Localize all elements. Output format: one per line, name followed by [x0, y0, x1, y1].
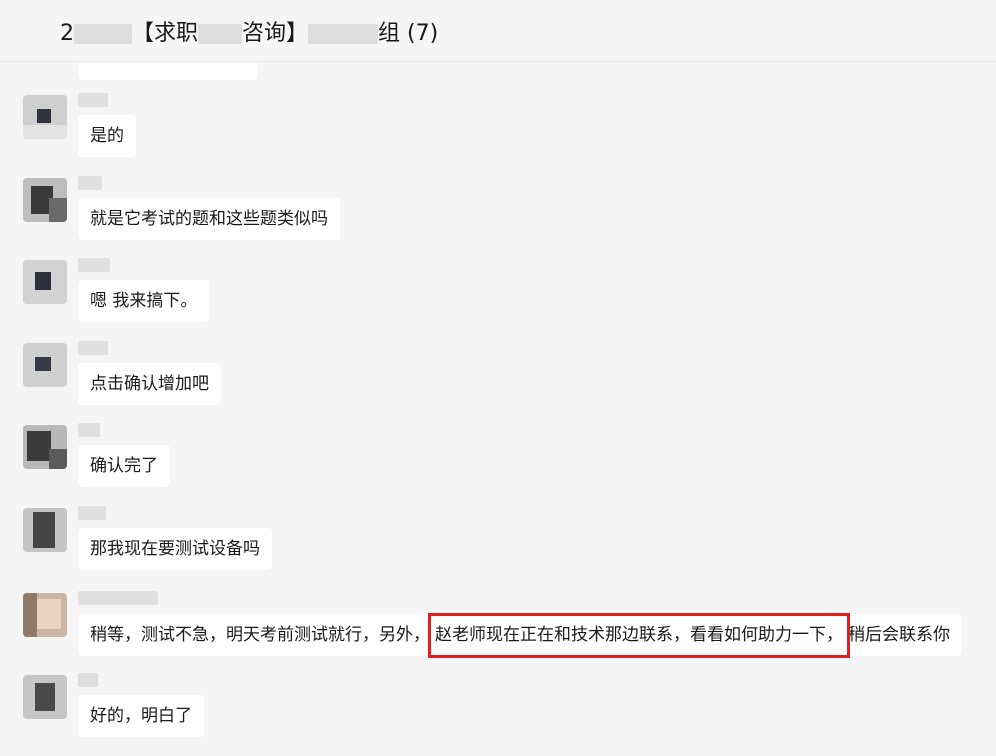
- message-item: 确认完了: [0, 423, 996, 505]
- sender-name-redacted: [78, 506, 106, 520]
- message-item: 就是它考试的题和这些题类似吗: [0, 176, 996, 258]
- redacted-text: [308, 23, 378, 44]
- message-item: 那我现在要测试设备吗: [0, 506, 996, 588]
- message-bubble[interactable]: 点击确认增加吧: [78, 363, 221, 405]
- message-bubble[interactable]: 稍等，测试不急，明天考前测试就行，另外， 赵老师现在正在和技术那边联系，看看如何助…: [78, 613, 962, 658]
- sender-name-redacted: [78, 176, 102, 190]
- message-bubble[interactable]: 确认完了: [78, 445, 170, 487]
- chat-header: 2 【求职 咨询】 组 (7): [0, 0, 996, 62]
- avatar[interactable]: [23, 508, 67, 552]
- message-list[interactable]: 是的 就是它考试的题和这些题类似吗 嗯 我来搞下。 点击确认增加吧 确认完了 那…: [0, 63, 996, 756]
- title-mid2: 咨询】: [241, 20, 308, 46]
- sender-name-redacted: [78, 673, 98, 687]
- avatar[interactable]: [23, 425, 67, 469]
- message-item: 稍等，测试不急，明天考前测试就行，另外， 赵老师现在正在和技术那边联系，看看如何助…: [0, 591, 996, 673]
- chat-window: 2 【求职 咨询】 组 (7) 是的 就是它考试的题和这些题类似吗 嗯 我来搞下。…: [0, 0, 996, 756]
- message-text-after: 稍后会联系你: [848, 625, 950, 645]
- message-item: 点击确认增加吧: [0, 341, 996, 423]
- message-bubble[interactable]: 是的: [78, 115, 136, 157]
- chat-title[interactable]: 2 【求职 咨询】 组 (7): [18, 0, 438, 72]
- title-suffix: 组 (7): [378, 20, 439, 46]
- message-bubble[interactable]: 好的，明白了: [78, 695, 204, 737]
- message-item: 嗯 我来搞下。: [0, 258, 996, 340]
- redacted-text: [73, 23, 132, 44]
- redacted-text: [197, 23, 242, 44]
- sender-name-redacted: [78, 591, 158, 605]
- message-bubble[interactable]: 那我现在要测试设备吗: [78, 528, 272, 570]
- sender-name-redacted: [78, 258, 110, 272]
- title-mid: 【求职: [131, 20, 198, 46]
- avatar[interactable]: [23, 593, 67, 637]
- highlighted-text: 赵老师现在正在和技术那边联系，看看如何助力一下，: [428, 613, 850, 658]
- message-text-before: 稍等，测试不急，明天考前测试就行，另外，: [90, 625, 430, 645]
- sender-name-redacted: [78, 93, 108, 107]
- avatar[interactable]: [23, 260, 67, 304]
- message-bubble-partial[interactable]: [78, 63, 258, 80]
- title-prefix: 2: [59, 20, 74, 46]
- message-bubble[interactable]: 就是它考试的题和这些题类似吗: [78, 198, 340, 240]
- avatar[interactable]: [23, 675, 67, 719]
- sender-name-redacted: [78, 341, 108, 355]
- message-item: 是的: [0, 93, 996, 175]
- avatar[interactable]: [23, 95, 67, 139]
- sender-name-redacted: [78, 423, 100, 437]
- message-item: 好的，明白了: [0, 673, 996, 755]
- avatar[interactable]: [23, 178, 67, 222]
- avatar[interactable]: [23, 343, 67, 387]
- message-bubble[interactable]: 嗯 我来搞下。: [78, 280, 210, 322]
